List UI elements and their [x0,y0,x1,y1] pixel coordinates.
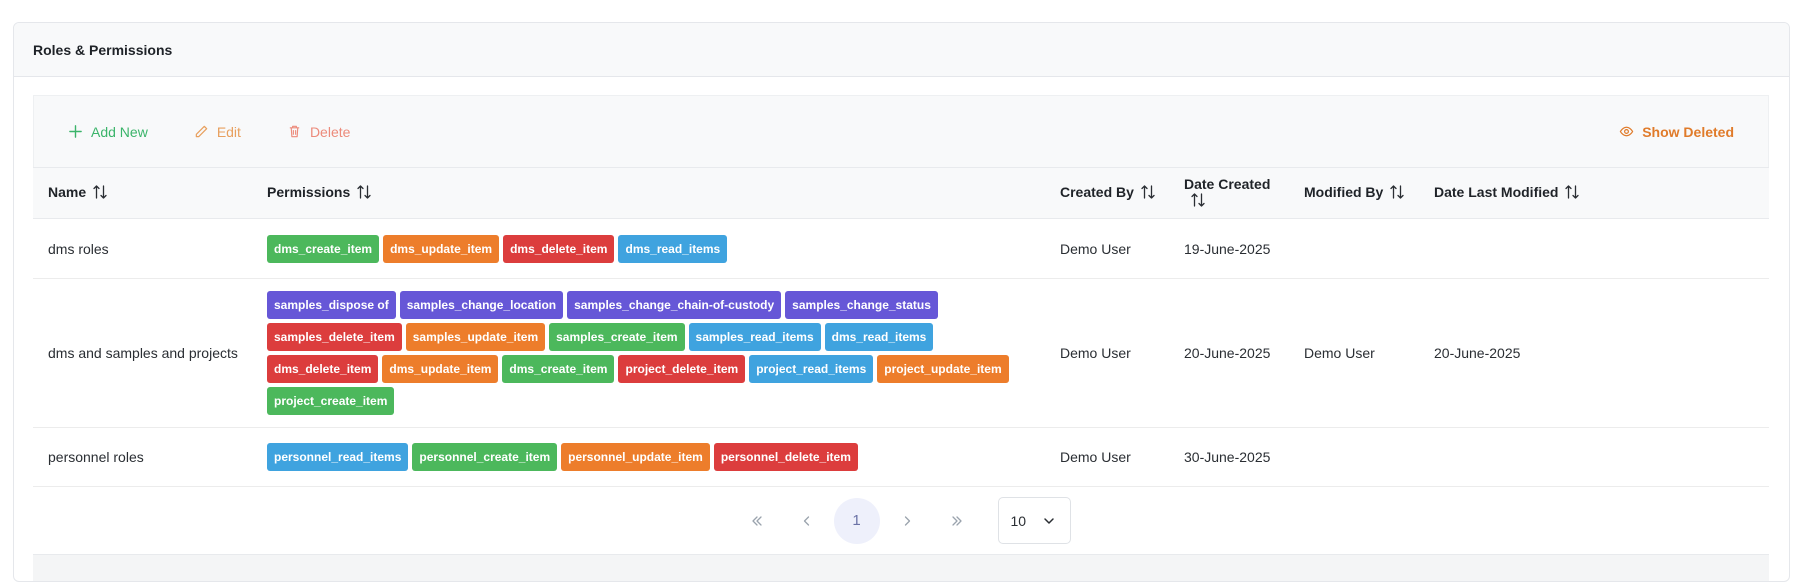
column-label: Permissions [267,183,351,200]
delete-label: Delete [309,123,351,140]
cell-permissions: samples_dispose of samples_change_locatio… [252,278,1045,428]
chevron-left-icon [803,515,809,526]
chevron-down-icon [1043,517,1054,524]
table-row[interactable]: dms roles dms_create_item dms_update_item… [33,218,1769,279]
cell-permissions: dms_create_item dms_update_item dms_delete… [252,218,1045,279]
column-header-created-by[interactable]: Created By [1045,167,1169,219]
add-new-label: Add New [91,123,148,140]
roles-table: Name Permissions Created By Date Created… [33,167,1769,487]
show-deleted-button[interactable]: Show Deleted [1619,124,1734,140]
permission-tag: samples_dispose of [267,291,396,319]
permission-tag: samples_create_item [549,323,685,351]
chevron-right-icon [904,515,910,526]
sort-icon[interactable] [92,184,108,203]
first-page-button[interactable] [732,498,782,544]
last-page-button[interactable] [932,498,982,544]
column-label: Date Created [1184,175,1271,192]
permission-tag: samples_delete_item [267,323,402,351]
page-size-value: 10 [1010,512,1027,529]
table-footer [33,555,1769,581]
table-container: Add New Edit Delete Show Deleted Name Pe… [33,95,1769,581]
permission-tag: project_read_items [749,355,874,383]
previous-page-button[interactable] [782,498,832,544]
show-deleted-label: Show Deleted [1642,123,1734,140]
page-1-button[interactable]: 1 [833,497,880,544]
permission-tag: personnel_update_item [561,443,710,471]
permission-tag: dms_update_item [382,355,499,383]
cell-date-last-modified [1419,218,1769,279]
permission-tag: personnel_delete_item [713,443,858,471]
roles-permissions-panel: Roles & Permissions Add New Edit Delete … [13,22,1790,582]
cell-modified-by [1289,218,1419,279]
permission-tag: dms_create_item [267,234,380,263]
cell-created-by: Demo User [1045,278,1169,428]
permission-tag: dms_delete_item [503,234,615,263]
sort-icon[interactable] [356,184,372,203]
column-header-name[interactable]: Name [33,167,252,219]
permission-tag: personnel_create_item [412,443,558,471]
cell-name: dms and samples and projects [33,278,252,428]
permission-tag: samples_change_location [399,291,564,319]
next-page-button[interactable] [882,498,932,544]
cell-date-created: 19-June-2025 [1169,218,1289,279]
cell-permissions: personnel_read_items personnel_create_ite… [252,427,1045,487]
add-new-button[interactable]: Add New [68,124,148,140]
edit-button[interactable]: Edit [194,124,241,140]
page-size-select[interactable]: 10 [997,497,1071,544]
column-header-permissions[interactable]: Permissions [252,167,1045,219]
permission-tag: dms_read_items [824,323,934,351]
permission-tag: dms_update_item [383,234,500,263]
column-label: Modified By [1304,183,1384,200]
permission-tag: dms_create_item [502,355,615,383]
column-label: Name [48,183,87,200]
table-row[interactable]: personnel roles personnel_read_items pers… [33,427,1769,487]
permission-tags: dms_create_item dms_update_item dms_delete… [267,223,1045,275]
sort-icon[interactable] [1389,184,1405,203]
cell-created-by: Demo User [1045,427,1169,487]
cell-modified-by: Demo User [1289,278,1419,428]
permission-tags: samples_dispose of samples_change_locatio… [267,279,1045,427]
table-header-row: Name Permissions Created By Date Created… [33,167,1769,219]
column-header-modified-by[interactable]: Modified By [1289,167,1419,219]
cell-date-last-modified: 20-June-2025 [1419,278,1769,428]
permission-tags: personnel_read_items personnel_create_ite… [267,431,1045,483]
edit-label: Edit [216,123,241,140]
cell-created-by: Demo User [1045,218,1169,279]
trash-icon [289,125,300,138]
permission-tag: project_delete_item [618,355,746,383]
cell-date-last-modified [1419,427,1769,487]
plus-icon [69,125,82,138]
permission-tag: dms_delete_item [267,355,379,383]
chevrons-left-icon [751,515,762,526]
panel-title: Roles & Permissions [14,23,1789,77]
pagination: 1 10 [33,487,1769,555]
sort-icon[interactable] [1190,192,1206,211]
column-header-date-created[interactable]: Date Created [1169,167,1289,219]
permission-tag: personnel_read_items [267,443,409,471]
cell-modified-by [1289,427,1419,487]
column-label: Date Last Modified [1434,183,1559,200]
toolbar: Add New Edit Delete Show Deleted [33,95,1769,167]
pencil-icon [195,125,208,138]
sort-icon[interactable] [1140,184,1156,203]
permission-tag: project_create_item [267,387,395,415]
cell-name: personnel roles [33,427,252,487]
cell-date-created: 20-June-2025 [1169,278,1289,428]
delete-button[interactable]: Delete [287,124,350,140]
column-header-date-last-modified[interactable]: Date Last Modified [1419,167,1769,219]
permission-tag: samples_change_chain-of-custody [567,291,782,319]
column-label: Created By [1060,183,1134,200]
permission-tag: samples_change_status [785,291,938,319]
chevrons-right-icon [951,515,962,526]
table-row[interactable]: dms and samples and projects samples_dis… [33,278,1769,428]
permission-tag: samples_update_item [405,323,546,351]
eye-icon [1619,126,1634,137]
permission-tag: dms_read_items [618,234,728,263]
cell-date-created: 30-June-2025 [1169,427,1289,487]
sort-icon[interactable] [1564,184,1580,203]
cell-name: dms roles [33,218,252,279]
permission-tag: project_update_item [877,355,1009,383]
permission-tag: samples_read_items [688,323,821,351]
